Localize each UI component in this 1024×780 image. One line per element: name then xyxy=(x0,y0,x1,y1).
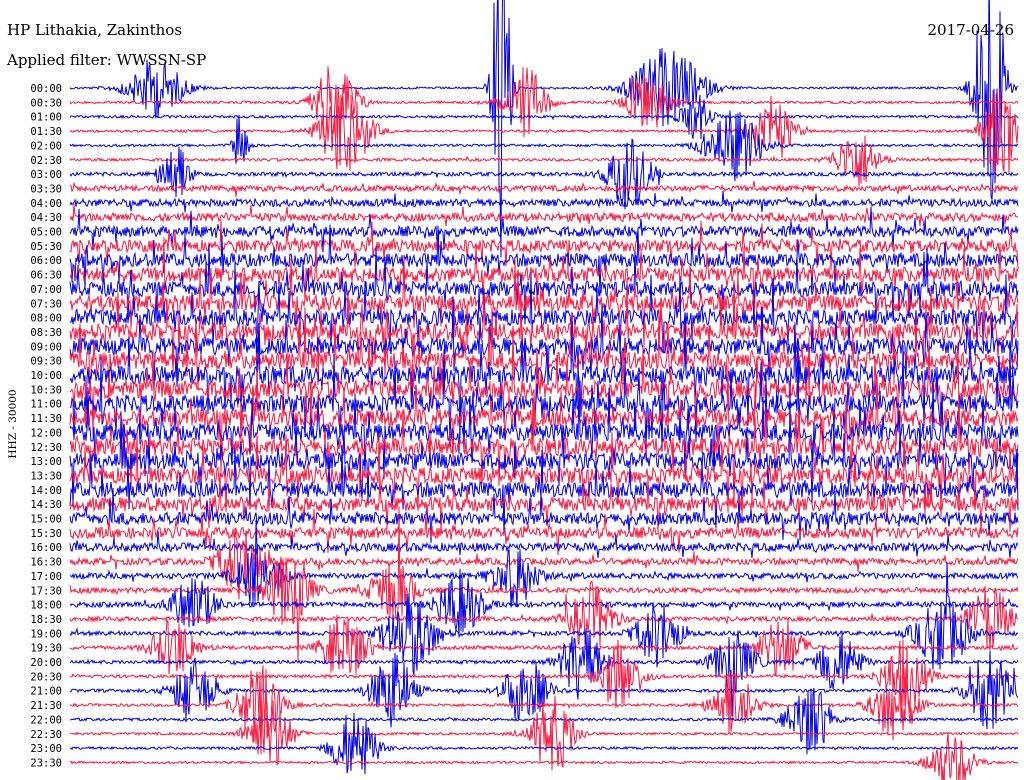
filter-label: Applied filter: WWSSN-SP xyxy=(7,51,207,69)
row-label-0600: 06:00 xyxy=(30,255,62,267)
trace-0030 xyxy=(69,66,1019,139)
row-label-1830: 18:30 xyxy=(30,614,62,626)
row-label-2300: 23:00 xyxy=(30,743,62,755)
trace-1500 xyxy=(69,487,1019,543)
row-label-1100: 11:00 xyxy=(30,399,62,411)
row-label-0030: 00:30 xyxy=(30,97,62,109)
row-label-1300: 13:00 xyxy=(30,456,62,468)
row-label-1500: 15:00 xyxy=(30,514,62,526)
row-label-0000: 00:00 xyxy=(30,83,62,95)
row-label-0400: 04:00 xyxy=(30,198,62,210)
row-label-1400: 14:00 xyxy=(30,485,62,497)
row-label-1600: 16:00 xyxy=(30,542,62,554)
date-label: 2017-04-26 xyxy=(927,21,1014,39)
seismogram-traces xyxy=(69,0,1019,780)
row-label-0330: 03:30 xyxy=(30,183,62,195)
trace-1930 xyxy=(69,614,1019,678)
row-label-0300: 03:00 xyxy=(30,169,62,181)
row-label-2130: 21:30 xyxy=(30,700,62,712)
row-label-1430: 14:30 xyxy=(30,499,62,511)
trace-1600 xyxy=(69,530,1019,559)
row-label-1800: 18:00 xyxy=(30,600,62,612)
trace-0100 xyxy=(69,94,1019,140)
seismogram-plot: 00:00 00:30 01:00 01:30 02:00 02:30 03:00 03:30… xyxy=(30,0,1019,780)
station-title: HP Lithakia, Zakinthos xyxy=(7,21,183,39)
row-label-0700: 07:00 xyxy=(30,284,62,296)
row-label-0800: 08:00 xyxy=(30,313,62,325)
row-label-0930: 09:30 xyxy=(30,356,62,368)
time-row-labels: 00:00 00:30 01:00 01:30 02:00 02:30 03:00 03:30… xyxy=(30,83,62,769)
trace-2230 xyxy=(69,695,1019,771)
row-label-1030: 10:30 xyxy=(30,384,62,396)
trace-0430 xyxy=(69,203,1019,229)
row-label-0230: 02:30 xyxy=(30,155,62,167)
row-label-1930: 19:30 xyxy=(30,643,62,655)
trace-0200 xyxy=(69,110,1019,182)
row-label-1000: 10:00 xyxy=(30,370,62,382)
row-label-0100: 01:00 xyxy=(30,112,62,124)
row-label-0130: 01:30 xyxy=(30,126,62,138)
row-label-2000: 20:00 xyxy=(30,657,62,669)
trace-0300 xyxy=(69,138,1019,210)
row-label-2230: 22:30 xyxy=(30,729,62,741)
trace-0400 xyxy=(69,190,1019,213)
row-label-1700: 17:00 xyxy=(30,571,62,583)
row-label-1230: 12:30 xyxy=(30,442,62,454)
row-label-1530: 15:30 xyxy=(30,528,62,540)
row-label-2100: 21:00 xyxy=(30,686,62,698)
row-label-1200: 12:00 xyxy=(30,427,62,439)
trace-1830 xyxy=(69,581,1019,651)
row-label-1900: 19:00 xyxy=(30,628,62,640)
trace-0530 xyxy=(69,219,1019,272)
row-label-1630: 16:30 xyxy=(30,557,62,569)
trace-1800 xyxy=(69,568,1019,638)
row-label-0730: 07:30 xyxy=(30,298,62,310)
row-label-0430: 04:30 xyxy=(30,212,62,224)
row-label-0200: 02:00 xyxy=(30,140,62,152)
row-label-2030: 20:30 xyxy=(30,671,62,683)
row-label-1130: 11:30 xyxy=(30,413,62,425)
row-label-1730: 17:30 xyxy=(30,585,62,597)
row-label-0500: 05:00 xyxy=(30,227,62,239)
channel-label: HHZ - 30000 xyxy=(7,389,19,459)
row-label-0900: 09:00 xyxy=(30,341,62,353)
row-label-0830: 08:30 xyxy=(30,327,62,339)
row-label-0530: 05:30 xyxy=(30,241,62,253)
row-label-2330: 23:30 xyxy=(30,757,62,769)
trace-0330 xyxy=(69,180,1019,197)
row-label-2200: 22:00 xyxy=(30,714,62,726)
row-label-0630: 06:30 xyxy=(30,270,62,282)
trace-0230 xyxy=(69,135,1019,187)
row-label-1330: 13:30 xyxy=(30,470,62,482)
